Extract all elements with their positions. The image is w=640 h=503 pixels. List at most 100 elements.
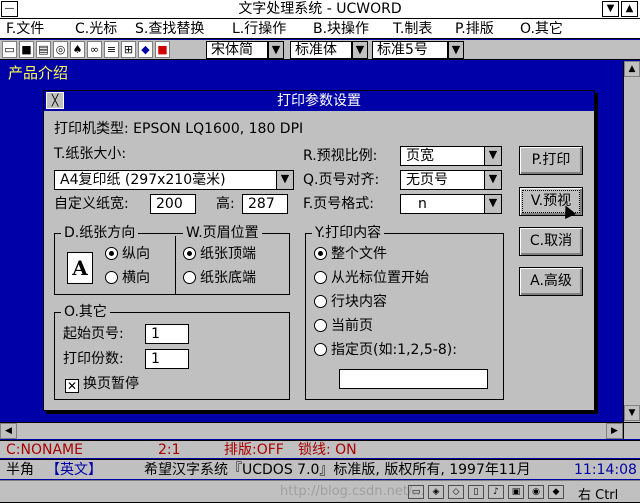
font-name-select[interactable]: 宋体简: [206, 41, 268, 59]
radio-dot: [105, 247, 118, 260]
copies-label: 打印份数:: [63, 351, 124, 367]
color-icon[interactable]: ◆: [138, 41, 153, 58]
custom-height-label: 高:: [216, 196, 235, 212]
menu-file[interactable]: F.文件: [6, 19, 44, 39]
print-whole-file-radio[interactable]: 整个文件: [314, 245, 387, 263]
font-size-dropdown-icon[interactable]: ▼: [448, 41, 464, 59]
font-style-select[interactable]: 标准体: [290, 41, 352, 59]
monitor-icon[interactable]: ▭: [408, 485, 424, 499]
scroll-left-icon[interactable]: ◀: [0, 423, 17, 439]
radio-dot: [105, 271, 118, 284]
header-top-radio[interactable]: 纸张顶端: [183, 245, 256, 263]
title-bar: — 文字处理系统 - UCWORD ▼ ▲: [0, 0, 640, 19]
stop-icon[interactable]: ■: [155, 41, 170, 58]
status-copyright: 希望汉字系统『UCDOS 7.0』标准版, 版权所有, 1997年11月: [144, 462, 531, 478]
copies-input[interactable]: 1: [145, 349, 189, 369]
page-align-dropdown-icon[interactable]: ▼: [484, 171, 501, 189]
page-range-input[interactable]: [339, 369, 488, 389]
vertical-scrollbar[interactable]: ▲ ▼: [623, 61, 640, 422]
menu-other[interactable]: O.其它: [520, 19, 563, 39]
start-page-input[interactable]: 1: [145, 324, 189, 344]
other-group: O.其它 起始页号: 1 打印份数: 1 ✕ 换页暂停: [54, 303, 290, 400]
page-align-value: 无页号: [406, 172, 448, 188]
current-page-label: 当前页: [331, 318, 373, 334]
status-lang[interactable]: 【英文】: [46, 460, 102, 480]
font-name-dropdown-icon[interactable]: ▼: [268, 41, 284, 59]
radio-dot: [314, 295, 327, 308]
print-from-cursor-radio[interactable]: 从光标位置开始: [314, 269, 429, 287]
menu-block[interactable]: B.块操作: [313, 19, 369, 39]
document-text[interactable]: 产品介绍: [8, 62, 68, 83]
orientation-title: D.纸张方向: [61, 224, 139, 242]
replace-icon[interactable]: ∞: [87, 41, 102, 58]
audio-icon[interactable]: ♪: [488, 485, 504, 499]
print-settings-dialog: 打印参数设置 ╳ 打印机类型: EPSON LQ1600, 180 DPI T.…: [43, 90, 595, 411]
status-mode[interactable]: 半角: [6, 460, 34, 480]
page-pause-checkbox[interactable]: ✕ 换页暂停: [65, 375, 139, 393]
new-doc-icon[interactable]: ▭: [2, 41, 17, 58]
menu-line[interactable]: L.行操作: [232, 19, 286, 39]
preview-ratio-dropdown-icon[interactable]: ▼: [484, 147, 501, 165]
print-block-radio[interactable]: 行块内容: [314, 293, 387, 311]
print-content-group: Y.打印内容 整个文件 从光标位置开始 行块内容 当前页 指定页(如:1,2,5…: [305, 224, 504, 400]
folder-icon[interactable]: ▯: [468, 485, 484, 499]
radio-dot: [314, 319, 327, 332]
mouse-icon[interactable]: ◆: [548, 485, 564, 499]
dialog-close-icon[interactable]: ╳: [46, 92, 64, 109]
page-format-select[interactable]: n ▼: [400, 194, 502, 214]
paper-size-dropdown-icon[interactable]: ▼: [276, 171, 293, 189]
table-icon[interactable]: ⊞: [121, 41, 136, 58]
scroll-up-icon[interactable]: ▲: [624, 61, 640, 77]
orientation-portrait-radio[interactable]: 纵向: [105, 245, 150, 263]
menu-bar: F.文件 C.光标 S.查找替换 L.行操作 B.块操作 T.制表 P.排版 O…: [0, 19, 640, 39]
minimize-icon[interactable]: ▼: [602, 1, 619, 17]
scroll-down-icon[interactable]: ▼: [624, 405, 640, 421]
group-divider: [175, 236, 176, 294]
menu-cursor[interactable]: C.光标: [75, 19, 117, 39]
page-format-dropdown-icon[interactable]: ▼: [484, 195, 501, 213]
dialog-title: 打印参数设置: [44, 91, 594, 111]
print-button[interactable]: P.打印: [519, 146, 583, 175]
host-key-label: 右 Ctrl: [578, 488, 619, 503]
custom-width-input[interactable]: 200: [150, 194, 196, 214]
scrollbar-corner: [623, 422, 640, 439]
scroll-right-icon[interactable]: ▶: [606, 423, 623, 439]
font-style-dropdown-icon[interactable]: ▼: [352, 41, 368, 59]
print-current-page-radio[interactable]: 当前页: [314, 317, 373, 335]
checkbox-box: ✕: [65, 379, 79, 393]
usb-icon[interactable]: ◇: [448, 485, 464, 499]
advanced-button[interactable]: A.高级: [519, 267, 583, 296]
orientation-landscape-radio[interactable]: 横向: [105, 269, 150, 287]
font-size-select[interactable]: 标准5号: [372, 41, 448, 59]
paper-size-select[interactable]: A4复印纸 (297x210毫米) ▼: [54, 170, 294, 190]
status-lock: 锁线: ON: [298, 442, 357, 458]
preview-ratio-label: R.预视比例:: [303, 148, 378, 164]
save-icon[interactable]: ■: [19, 41, 34, 58]
align-icon[interactable]: ≡: [104, 41, 119, 58]
printer-type-label: 打印机类型: EPSON LQ1600, 180 DPI: [54, 121, 304, 137]
cancel-button[interactable]: C.取消: [519, 227, 583, 256]
custom-width-label: 自定义纸宽:: [54, 196, 129, 212]
maximize-icon[interactable]: ▲: [621, 1, 638, 17]
header-top-label: 纸张顶端: [200, 246, 256, 262]
custom-height-input[interactable]: 287: [242, 194, 288, 214]
disk-icon[interactable]: ◉: [528, 485, 544, 499]
radio-dot: [183, 271, 196, 284]
header-bottom-radio[interactable]: 纸张底端: [183, 269, 256, 287]
horizontal-scrollbar[interactable]: ◀ ▶: [0, 422, 623, 439]
page-format-label: F.页号格式:: [303, 196, 374, 212]
menu-find-replace[interactable]: S.查找替换: [135, 19, 204, 39]
preview-icon[interactable]: ◎: [53, 41, 68, 58]
menu-layout[interactable]: P.排版: [455, 19, 494, 39]
network-icon[interactable]: ◈: [428, 485, 444, 499]
menu-table[interactable]: T.制表: [393, 19, 432, 39]
find-icon[interactable]: ♠: [70, 41, 85, 58]
display-icon[interactable]: ▣: [508, 485, 524, 499]
page-align-select[interactable]: 无页号 ▼: [400, 170, 502, 190]
print-page-range-radio[interactable]: 指定页(如:1,2,5-8):: [314, 341, 457, 359]
print-icon[interactable]: ▤: [36, 41, 51, 58]
status-position: 2:1: [158, 442, 181, 458]
preview-ratio-select[interactable]: 页宽 ▼: [400, 146, 502, 166]
status-layout: 排版:OFF: [224, 442, 284, 458]
start-page-label: 起始页号:: [63, 326, 124, 342]
